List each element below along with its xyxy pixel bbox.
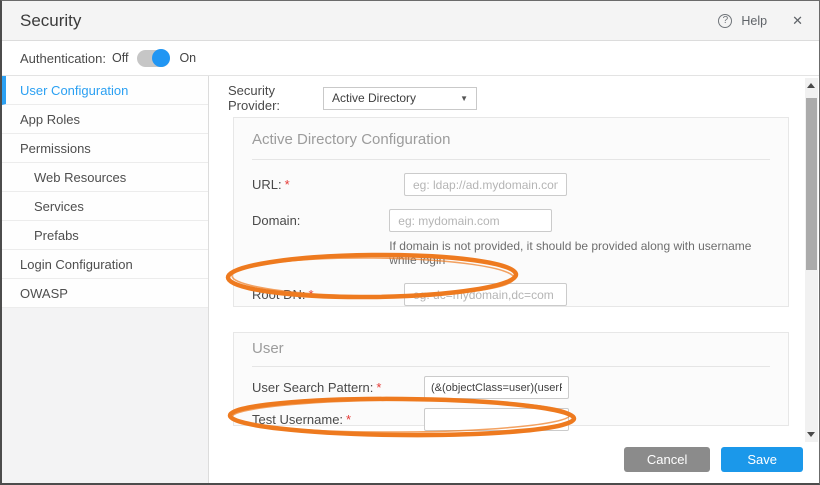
security-provider-value: Active Directory bbox=[332, 91, 417, 105]
root-dn-input[interactable] bbox=[404, 283, 567, 306]
page-title: Security bbox=[20, 10, 82, 30]
footer-actions: Cancel Save bbox=[623, 447, 803, 472]
domain-label: Domain: bbox=[252, 213, 301, 228]
scroll-up-icon[interactable] bbox=[807, 83, 815, 88]
sidebar-item-user-configuration[interactable]: User Configuration bbox=[2, 76, 208, 105]
required-asterisk: * bbox=[346, 412, 352, 427]
security-provider-row: Security Provider: Active Directory ▼ bbox=[228, 83, 477, 113]
sidebar-item-owasp[interactable]: OWASP bbox=[2, 279, 208, 308]
security-provider-label: Security Provider: bbox=[228, 83, 281, 113]
sidebar-item-prefabs[interactable]: Prefabs bbox=[2, 221, 208, 250]
url-input[interactable] bbox=[404, 173, 567, 196]
sidebar-item-app-roles[interactable]: App Roles bbox=[2, 105, 208, 134]
url-field-row: URL: * bbox=[252, 173, 770, 196]
toggle-on-label: On bbox=[179, 51, 197, 65]
user-section: User User Search Pattern:* Test Username… bbox=[233, 332, 789, 431]
active-directory-configuration-section: Active Directory Configuration URL:* Dom… bbox=[233, 117, 789, 307]
save-button[interactable]: Save bbox=[721, 447, 803, 472]
security-dialog: Security ? Help ✕ Authentication: Off On… bbox=[0, 0, 820, 485]
section-title: Active Directory Configuration bbox=[252, 131, 451, 148]
help-link[interactable]: Help bbox=[741, 14, 767, 28]
sidebar: User Configuration App Roles Permissions… bbox=[2, 76, 209, 483]
toggle-off-label: Off bbox=[112, 51, 129, 65]
sidebar-item-permissions[interactable]: Permissions bbox=[2, 134, 208, 163]
domain-input[interactable] bbox=[389, 209, 553, 232]
user-search-pattern-row: User Search Pattern: * bbox=[252, 376, 770, 399]
section-title: User bbox=[252, 340, 284, 357]
sidebar-item-web-resources[interactable]: Web Resources bbox=[2, 163, 208, 192]
required-asterisk: * bbox=[284, 177, 290, 192]
help-icon[interactable]: ? bbox=[718, 14, 733, 28]
section-divider bbox=[252, 366, 770, 367]
close-icon[interactable]: ✕ bbox=[792, 13, 803, 29]
url-label: URL: * bbox=[252, 177, 290, 192]
main-content: Security Provider: Active Directory ▼ Ac… bbox=[210, 76, 819, 483]
chevron-down-icon: ▼ bbox=[460, 93, 468, 103]
dialog-header: Security ? Help ✕ bbox=[2, 1, 819, 41]
cancel-button[interactable]: Cancel bbox=[623, 447, 711, 472]
required-asterisk: * bbox=[308, 287, 314, 302]
authentication-toggle[interactable] bbox=[137, 49, 171, 67]
root-dn-field-row: Root DN: * bbox=[252, 283, 770, 306]
test-username-input[interactable] bbox=[424, 408, 569, 431]
required-asterisk: * bbox=[376, 380, 382, 395]
authentication-row: Authentication: Off On bbox=[2, 41, 819, 76]
sidebar-item-services[interactable]: Services bbox=[2, 192, 208, 221]
root-dn-label: Root DN: * bbox=[252, 287, 314, 302]
authentication-label: Authentication: bbox=[20, 50, 107, 66]
test-username-label: Test Username: * bbox=[252, 412, 352, 427]
domain-field-row: Domain: If domain is not provided, it sh… bbox=[252, 209, 770, 267]
test-username-row: Test Username: * bbox=[252, 408, 770, 431]
domain-hint: If domain is not provided, it should be … bbox=[389, 239, 752, 267]
sidebar-item-login-configuration[interactable]: Login Configuration bbox=[2, 250, 208, 279]
user-search-pattern-label: User Search Pattern: * bbox=[252, 380, 382, 395]
section-divider bbox=[252, 159, 770, 160]
security-provider-select[interactable]: Active Directory ▼ bbox=[323, 86, 477, 110]
scroll-down-icon[interactable] bbox=[807, 432, 815, 437]
user-search-pattern-input[interactable] bbox=[424, 376, 569, 399]
vertical-scrollbar[interactable] bbox=[805, 78, 818, 442]
toggle-knob-icon bbox=[152, 49, 171, 67]
scrollbar-thumb[interactable] bbox=[806, 98, 817, 270]
